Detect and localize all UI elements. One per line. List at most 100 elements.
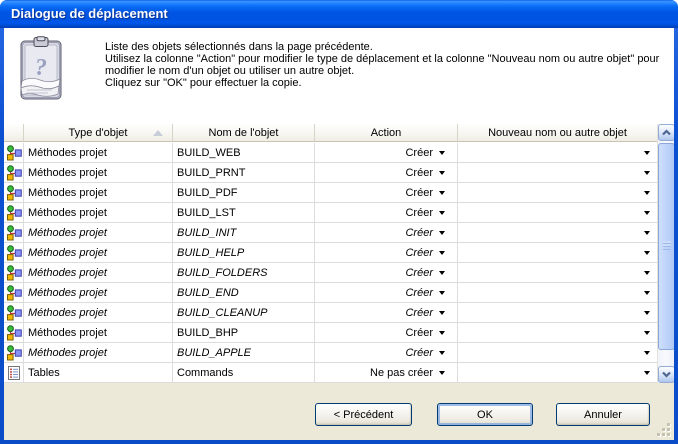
new-name-dropdown[interactable]: [458, 243, 657, 262]
dropdown-arrow-icon: [644, 151, 650, 155]
action-dropdown[interactable]: Créer: [315, 183, 458, 202]
new-name-dropdown[interactable]: [458, 203, 657, 222]
action-dropdown[interactable]: Créer: [315, 143, 458, 162]
object-name-cell: BUILD_WEB: [173, 143, 315, 162]
object-name-label: BUILD_BHP: [177, 327, 238, 339]
dropdown-arrow-icon: [644, 191, 650, 195]
dropdown-arrow-icon: [439, 331, 445, 335]
object-name-label: BUILD_APPLE: [177, 347, 251, 359]
new-name-dropdown[interactable]: [458, 283, 657, 302]
scroll-up-button[interactable]: [658, 124, 674, 141]
new-name-dropdown[interactable]: [458, 143, 657, 162]
column-header-icon[interactable]: [4, 124, 24, 141]
dropdown-arrow-icon: [644, 171, 650, 175]
new-name-dropdown[interactable]: [458, 223, 657, 242]
action-value: Créer: [405, 147, 433, 159]
action-dropdown[interactable]: Créer: [315, 163, 458, 182]
table-row[interactable]: Méthodes projet BUILD_PRNT Créer: [4, 163, 657, 183]
table-row[interactable]: Méthodes projet BUILD_APPLE Créer: [4, 343, 657, 363]
object-type-label: Méthodes projet: [28, 307, 107, 319]
column-header-name[interactable]: Nom de l'objet: [173, 124, 315, 141]
vertical-scrollbar[interactable]: [657, 124, 674, 383]
action-value: Créer: [405, 287, 433, 299]
action-value: Créer: [405, 307, 433, 319]
action-dropdown[interactable]: Créer: [315, 283, 458, 302]
new-name-dropdown[interactable]: [458, 163, 657, 182]
object-type-label: Méthodes projet: [28, 267, 107, 279]
action-dropdown[interactable]: Créer: [315, 323, 458, 342]
object-name-cell: BUILD_HELP: [173, 243, 315, 262]
object-type-cell: Méthodes projet: [24, 143, 173, 162]
project-method-icon: [6, 145, 22, 161]
new-name-dropdown[interactable]: [458, 303, 657, 322]
chevron-up-icon: [661, 128, 672, 137]
table-row[interactable]: Tables Commands Ne pas créer: [4, 363, 657, 383]
table-row[interactable]: Méthodes projet BUILD_WEB Créer: [4, 143, 657, 163]
action-value: Créer: [405, 207, 433, 219]
object-name-label: BUILD_LST: [177, 207, 236, 219]
object-name-label: BUILD_PRNT: [177, 167, 245, 179]
instruction-line: Liste des objets sélectionnés dans la pa…: [105, 41, 659, 53]
object-type-cell: Tables: [24, 363, 173, 382]
dropdown-arrow-icon: [439, 251, 445, 255]
dropdown-arrow-icon: [644, 351, 650, 355]
action-dropdown[interactable]: Créer: [315, 203, 458, 222]
table-row[interactable]: Méthodes projet BUILD_END Créer: [4, 283, 657, 303]
table-row[interactable]: Méthodes projet BUILD_INIT Créer: [4, 223, 657, 243]
action-value: Créer: [405, 187, 433, 199]
table-row[interactable]: Méthodes projet BUILD_BHP Créer: [4, 323, 657, 343]
dropdown-arrow-icon: [644, 271, 650, 275]
object-type-icon-cell: [4, 283, 24, 302]
object-type-icon-cell: [4, 263, 24, 282]
new-name-dropdown[interactable]: [458, 363, 657, 382]
previous-button[interactable]: < Précédent: [315, 403, 412, 426]
table-header: Type d'objet Nom de l'objet Action Nouve…: [4, 124, 657, 142]
object-name-cell: BUILD_PDF: [173, 183, 315, 202]
object-type-icon-cell: [4, 303, 24, 322]
object-type-label: Méthodes projet: [28, 167, 107, 179]
scrollbar-thumb[interactable]: [658, 143, 674, 350]
table-row[interactable]: Méthodes projet BUILD_FOLDERS Créer: [4, 263, 657, 283]
action-dropdown[interactable]: Ne pas créer: [315, 363, 458, 382]
object-type-label: Méthodes projet: [28, 207, 107, 219]
action-dropdown[interactable]: Créer: [315, 243, 458, 262]
object-name-cell: BUILD_PRNT: [173, 163, 315, 182]
dropdown-arrow-icon: [439, 151, 445, 155]
table-row[interactable]: Méthodes projet BUILD_HELP Créer: [4, 243, 657, 263]
dropdown-arrow-icon: [644, 371, 650, 375]
object-name-label: BUILD_WEB: [177, 147, 241, 159]
table-row[interactable]: Méthodes projet BUILD_CLEANUP Créer: [4, 303, 657, 323]
new-name-dropdown[interactable]: [458, 343, 657, 362]
column-header-type[interactable]: Type d'objet: [24, 124, 173, 141]
object-name-label: BUILD_FOLDERS: [177, 267, 267, 279]
table-body: Méthodes projet BUILD_WEB Créer: [4, 143, 657, 383]
object-type-cell: Méthodes projet: [24, 263, 173, 282]
table-row[interactable]: Méthodes projet BUILD_PDF Créer: [4, 183, 657, 203]
ok-button[interactable]: OK: [437, 403, 533, 426]
dialog-client-area: ? Liste des objets sélectionnés dans la …: [4, 28, 674, 440]
new-name-dropdown[interactable]: [458, 183, 657, 202]
object-type-cell: Méthodes projet: [24, 243, 173, 262]
scroll-down-button[interactable]: [658, 366, 674, 383]
object-type-icon-cell: [4, 363, 24, 382]
table-row[interactable]: Méthodes projet BUILD_LST Créer: [4, 203, 657, 223]
column-header-label: Nouveau nom ou autre objet: [488, 127, 627, 139]
dropdown-arrow-icon: [644, 311, 650, 315]
action-dropdown[interactable]: Créer: [315, 343, 458, 362]
object-type-label: Méthodes projet: [28, 347, 107, 359]
title-bar[interactable]: Dialogue de déplacement: [0, 0, 678, 28]
resize-grip[interactable]: [657, 423, 671, 437]
action-dropdown[interactable]: Créer: [315, 223, 458, 242]
svg-text:?: ?: [35, 55, 47, 81]
action-value: Créer: [405, 347, 433, 359]
action-dropdown[interactable]: Créer: [315, 263, 458, 282]
dropdown-arrow-icon: [644, 211, 650, 215]
project-method-icon: [6, 325, 22, 341]
new-name-dropdown[interactable]: [458, 323, 657, 342]
column-header-new-name[interactable]: Nouveau nom ou autre objet: [458, 124, 657, 141]
action-dropdown[interactable]: Créer: [315, 303, 458, 322]
new-name-dropdown[interactable]: [458, 263, 657, 282]
column-header-action[interactable]: Action: [315, 124, 458, 141]
cancel-button[interactable]: Annuler: [556, 403, 650, 426]
object-name-cell: BUILD_LST: [173, 203, 315, 222]
